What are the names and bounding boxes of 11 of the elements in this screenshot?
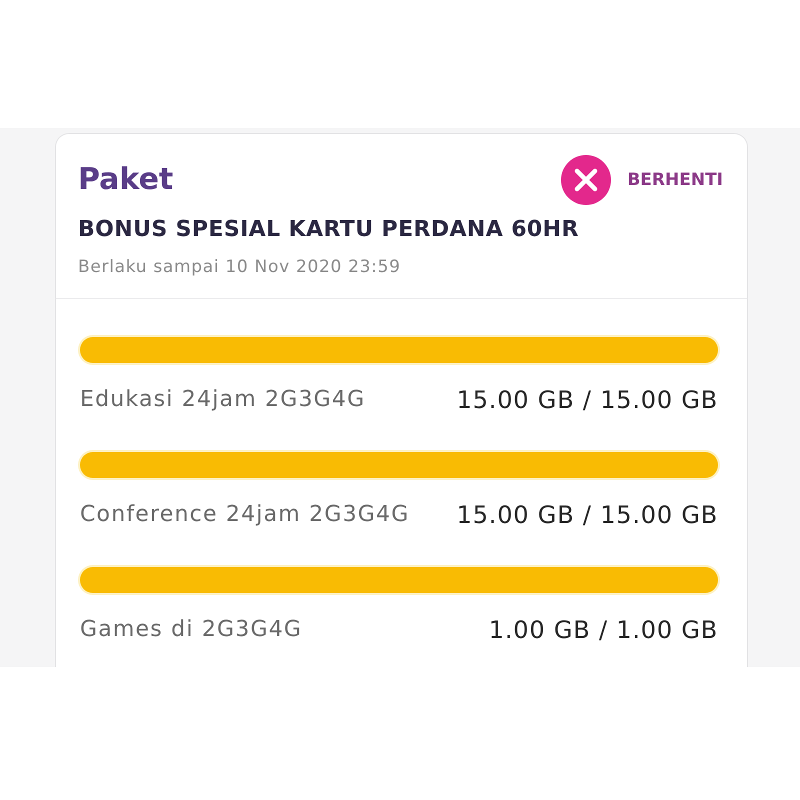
quota-reading: 1.00 GB / 1.00 GB	[488, 616, 718, 644]
close-icon	[561, 155, 612, 205]
quota-name: Edukasi 24jam 2G3G4G	[80, 386, 366, 414]
quota-name: Conference 24jam 2G3G4G	[80, 501, 410, 529]
quota-reading: 15.00 GB / 15.00 GB	[456, 386, 718, 414]
card-title: Paket	[78, 161, 174, 199]
validity-date: Berlaku sampai 10 Nov 2020 23:59	[78, 257, 402, 277]
stop-button[interactable]: BERHENTI	[561, 155, 723, 205]
package-name: BONUS SPESIAL KARTU PERDANA 60HR	[78, 217, 580, 243]
quota-name: Games di 2G3G4G	[80, 616, 302, 644]
quota-reading: 15.00 GB / 15.00 GB	[456, 501, 718, 529]
